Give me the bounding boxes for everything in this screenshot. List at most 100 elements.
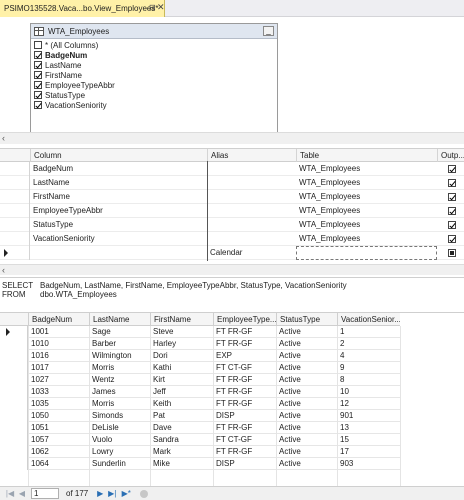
table-row[interactable]: 1001 Sage Steve FT FR-GF Active 1	[0, 326, 400, 338]
row-selector[interactable]	[0, 446, 28, 458]
diagram-column-row[interactable]: VacationSeniority	[31, 100, 277, 110]
results-cell[interactable]: Sunderlin	[89, 458, 150, 470]
current-page-input[interactable]: 1	[31, 488, 59, 499]
column-checkbox[interactable]	[34, 61, 42, 69]
results-cell[interactable]: 1064	[28, 458, 89, 470]
results-cell[interactable]: Mark	[150, 446, 213, 458]
results-cell[interactable]: James	[89, 386, 150, 398]
results-cell[interactable]: 1010	[28, 338, 89, 350]
results-cell[interactable]: Steve	[150, 326, 213, 338]
last-record-button[interactable]: ▶|	[106, 489, 118, 498]
results-cell[interactable]: Active	[276, 422, 337, 434]
results-cell[interactable]: 1050	[28, 410, 89, 422]
row-selector[interactable]	[0, 246, 30, 260]
results-cell[interactable]: Pat	[150, 410, 213, 422]
results-cell[interactable]: FT FR-GF	[213, 446, 276, 458]
results-cell[interactable]: 4	[337, 350, 400, 362]
criteria-alias-cell[interactable]	[207, 218, 296, 232]
close-icon[interactable]: ✕	[157, 2, 165, 13]
column-checkbox[interactable]	[34, 71, 42, 79]
results-cell[interactable]: Keith	[150, 398, 213, 410]
results-header-cell[interactable]: FirstName	[150, 313, 213, 326]
results-cell[interactable]: DISP	[213, 458, 276, 470]
output-checkbox[interactable]	[448, 193, 456, 201]
row-selector[interactable]	[0, 458, 28, 470]
sql-pane[interactable]: SELECT BadgeNum, LastName, FirstName, Emp…	[0, 277, 464, 312]
table-box[interactable]: WTA_Employees _ * (All Columns) BadgeNum L…	[30, 23, 278, 137]
results-cell[interactable]: 1001	[28, 326, 89, 338]
results-cell[interactable]: 1062	[28, 446, 89, 458]
row-selector[interactable]	[0, 386, 28, 398]
criteria-column-cell[interactable]: StatusType	[30, 218, 207, 232]
row-selector[interactable]	[0, 398, 28, 410]
criteria-row[interactable]: BadgeNum WTA_Employees	[0, 162, 464, 176]
results-cell[interactable]: EXP	[213, 350, 276, 362]
results-cell[interactable]: Active	[276, 326, 337, 338]
results-cell[interactable]: Active	[276, 410, 337, 422]
row-selector[interactable]	[0, 232, 30, 246]
results-cell[interactable]: 1016	[28, 350, 89, 362]
row-selector[interactable]	[0, 204, 30, 218]
results-cell[interactable]: Wilmington	[89, 350, 150, 362]
diagram-horizontal-scrollbar[interactable]: ‹	[0, 132, 464, 144]
results-cell[interactable]: Active	[276, 386, 337, 398]
diagram-column-row[interactable]: BadgeNum	[31, 50, 277, 60]
criteria-column-cell[interactable]	[30, 246, 207, 260]
row-selector[interactable]	[0, 350, 28, 362]
criteria-table-cell[interactable]: WTA_Employees	[296, 218, 437, 232]
results-cell[interactable]: Barber	[89, 338, 150, 350]
results-cell[interactable]: Active	[276, 446, 337, 458]
criteria-column-cell[interactable]: LastName	[30, 176, 207, 190]
results-cell[interactable]: 10	[337, 386, 400, 398]
row-selector[interactable]	[0, 218, 30, 232]
results-cell[interactable]: Active	[276, 458, 337, 470]
table-row[interactable]: 1057 Vuolo Sandra FT CT-GF Active 15	[0, 434, 400, 446]
results-cell[interactable]: 12	[337, 398, 400, 410]
criteria-header-table[interactable]: Table	[296, 149, 437, 162]
criteria-column-cell[interactable]: FirstName	[30, 190, 207, 204]
minimize-button[interactable]: _	[263, 26, 274, 36]
row-selector[interactable]	[0, 422, 28, 434]
results-cell[interactable]: FT FR-GF	[213, 374, 276, 386]
results-header-cell[interactable]: VacationSenior...	[337, 313, 400, 326]
criteria-row[interactable]: StatusType WTA_Employees	[0, 218, 464, 232]
criteria-header-alias[interactable]: Alias	[207, 149, 296, 162]
column-checkbox[interactable]	[34, 91, 42, 99]
results-cell[interactable]: 13	[337, 422, 400, 434]
results-cell[interactable]: Wentz	[89, 374, 150, 386]
results-cell[interactable]: Kirt	[150, 374, 213, 386]
results-header-cell[interactable]: LastName	[89, 313, 150, 326]
output-checkbox[interactable]	[448, 221, 456, 229]
criteria-row[interactable]: FirstName WTA_Employees	[0, 190, 464, 204]
table-dropdown[interactable]	[296, 246, 437, 260]
criteria-table-cell[interactable]: WTA_Employees	[296, 176, 437, 190]
diagram-column-row[interactable]: * (All Columns)	[31, 40, 277, 50]
table-row[interactable]: 1051 DeLisle Dave FT FR-GF Active 13	[0, 422, 400, 434]
output-indeterminate-checkbox[interactable]	[448, 249, 456, 257]
row-selector[interactable]	[0, 374, 28, 386]
results-corner-cell[interactable]	[0, 313, 28, 326]
criteria-alias-cell[interactable]	[207, 190, 296, 204]
scroll-left-arrow-icon[interactable]: ‹	[2, 133, 5, 143]
results-cell[interactable]: FT FR-GF	[213, 398, 276, 410]
table-row[interactable]: 1035 Morris Keith FT FR-GF Active 12	[0, 398, 400, 410]
results-cell[interactable]: FT CT-GF	[213, 434, 276, 446]
diagram-column-row[interactable]: LastName	[31, 60, 277, 70]
output-checkbox[interactable]	[448, 207, 456, 215]
criteria-alias-cell[interactable]	[207, 162, 296, 176]
results-header-cell[interactable]: EmployeeType...	[213, 313, 276, 326]
document-tab[interactable]: PSIMO135528.Vaca...bo.View_Employees* ⊟ …	[0, 0, 165, 17]
table-box-header[interactable]: WTA_Employees _	[31, 24, 277, 39]
criteria-column-cell[interactable]: EmployeeTypeAbbr	[30, 204, 207, 218]
results-cell[interactable]: 2	[337, 338, 400, 350]
criteria-alias-cell[interactable]	[207, 176, 296, 190]
next-record-button[interactable]: ▶	[94, 489, 106, 498]
results-cell[interactable]: 1033	[28, 386, 89, 398]
criteria-table-cell[interactable]: WTA_Employees	[296, 232, 437, 246]
diagram-column-row[interactable]: EmployeeTypeAbbr	[31, 80, 277, 90]
criteria-horizontal-scrollbar[interactable]: ‹	[0, 264, 464, 275]
column-checkbox[interactable]	[34, 51, 42, 59]
criteria-table-cell[interactable]: WTA_Employees	[296, 204, 437, 218]
criteria-table-cell[interactable]: WTA_Employees	[296, 162, 437, 176]
results-cell[interactable]: Harley	[150, 338, 213, 350]
